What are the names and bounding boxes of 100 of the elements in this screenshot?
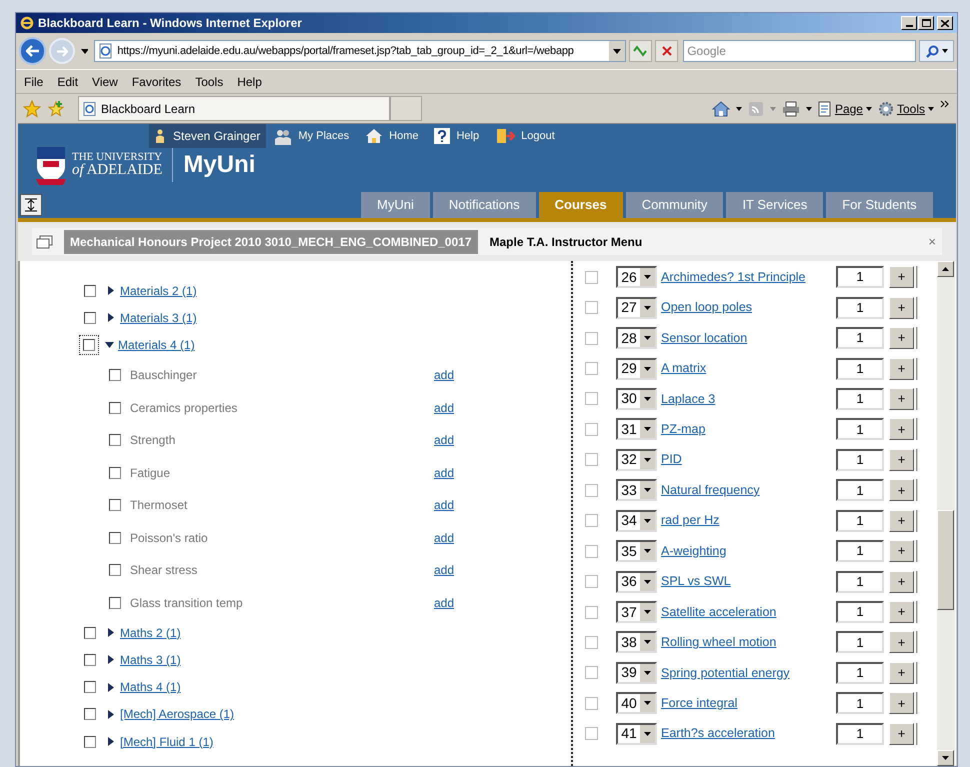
tree-link[interactable]: Materials 4 (1) xyxy=(118,336,195,354)
weight-field[interactable]: 1 xyxy=(836,631,884,654)
checkbox[interactable] xyxy=(109,402,121,414)
expand-arrow-icon[interactable] xyxy=(106,628,116,638)
number-dropdown[interactable]: 26 xyxy=(616,266,657,288)
dropdown-caret-icon[interactable] xyxy=(608,41,625,61)
weight-field[interactable]: 1 xyxy=(836,510,884,532)
weight-field[interactable]: 1 xyxy=(836,296,884,319)
checkbox[interactable] xyxy=(585,575,598,588)
checkbox[interactable] xyxy=(585,696,598,710)
number-dropdown[interactable]: 28 xyxy=(616,327,657,350)
number-dropdown[interactable]: 30 xyxy=(616,388,657,410)
checkbox[interactable] xyxy=(585,484,598,497)
weight-field[interactable]: 1 xyxy=(836,540,884,562)
add-link[interactable]: add xyxy=(434,366,454,384)
question-link[interactable]: Rolling wheel motion xyxy=(661,633,836,652)
weight-field[interactable]: 1 xyxy=(836,266,884,288)
plus-button[interactable]: + xyxy=(889,570,914,593)
maximize-button[interactable] xyxy=(918,16,934,30)
number-dropdown[interactable]: 41 xyxy=(616,722,657,745)
number-dropdown[interactable]: 29 xyxy=(616,358,657,380)
browser-tab[interactable]: Blackboard Learn xyxy=(78,96,390,121)
checkbox[interactable] xyxy=(109,532,121,544)
add-link[interactable]: add xyxy=(434,398,454,417)
weight-field[interactable]: 1 xyxy=(836,662,884,684)
question-link[interactable]: Force integral xyxy=(661,694,836,713)
expand-arrow-icon[interactable] xyxy=(106,682,116,692)
question-link[interactable]: Open loop poles xyxy=(661,298,836,318)
checkbox[interactable] xyxy=(585,270,598,284)
question-link[interactable]: Satellite acceleration xyxy=(661,602,836,622)
question-link[interactable]: A matrix xyxy=(661,359,836,378)
plus-button[interactable]: + xyxy=(889,479,914,502)
menu-item[interactable]: View xyxy=(92,72,118,90)
checkbox[interactable] xyxy=(109,499,121,512)
checkbox[interactable] xyxy=(585,544,598,558)
question-link[interactable]: Archimedes? 1st Principle xyxy=(661,268,836,287)
dropdown-caret-icon[interactable] xyxy=(80,48,88,54)
weight-field[interactable]: 1 xyxy=(836,388,884,410)
search-field[interactable]: Google xyxy=(683,40,916,62)
printer-icon[interactable] xyxy=(782,100,800,116)
question-link[interactable]: Spring potential energy xyxy=(661,664,836,682)
number-dropdown[interactable]: 39 xyxy=(616,662,657,684)
window-icon[interactable] xyxy=(36,234,54,248)
plus-button[interactable]: + xyxy=(889,327,914,350)
plus-button[interactable]: + xyxy=(889,692,914,714)
plus-button[interactable]: + xyxy=(889,722,914,745)
close-button[interactable]: × xyxy=(928,235,936,248)
weight-field[interactable]: 1 xyxy=(836,570,884,593)
number-dropdown[interactable]: 32 xyxy=(616,448,657,471)
checkbox[interactable] xyxy=(83,339,95,352)
plus-button[interactable]: + xyxy=(889,601,914,624)
checkbox[interactable] xyxy=(585,301,598,314)
number-dropdown[interactable]: 35 xyxy=(616,540,657,562)
menu-item[interactable]: File xyxy=(24,72,44,90)
checkbox[interactable] xyxy=(585,727,598,740)
number-dropdown[interactable]: 36 xyxy=(616,570,657,593)
tree-link[interactable]: Materials 3 (1) xyxy=(120,308,197,327)
question-link[interactable]: Laplace 3 xyxy=(661,390,836,408)
question-link[interactable]: rad per Hz xyxy=(661,511,836,530)
number-dropdown[interactable]: 33 xyxy=(616,479,657,502)
checkbox[interactable] xyxy=(84,284,96,297)
tree-link[interactable]: Maths 4 (1) xyxy=(120,678,181,696)
expand-arrow-icon[interactable] xyxy=(106,737,116,746)
vertical-scrollbar[interactable] xyxy=(937,261,955,766)
header-link[interactable]: My Places xyxy=(266,124,358,148)
checkbox[interactable] xyxy=(84,736,96,748)
menu-item[interactable]: Help xyxy=(237,72,262,90)
weight-field[interactable]: 1 xyxy=(836,692,884,714)
resize-toggle-button[interactable] xyxy=(20,194,42,216)
tree-link[interactable]: Maths 3 (1) xyxy=(120,650,181,669)
header-link[interactable]: Help xyxy=(426,124,488,148)
collapse-arrow-icon[interactable] xyxy=(104,342,114,348)
checkbox[interactable] xyxy=(109,434,121,446)
checkbox[interactable] xyxy=(109,596,121,609)
checkbox[interactable] xyxy=(84,708,96,720)
back-button[interactable] xyxy=(19,37,46,65)
tree-link[interactable]: [Mech] Aerospace (1) xyxy=(120,705,234,724)
checkbox[interactable] xyxy=(585,392,598,406)
question-link[interactable]: PID xyxy=(661,450,836,470)
plus-button[interactable]: + xyxy=(889,296,914,319)
plus-button[interactable]: + xyxy=(889,631,914,654)
plus-button[interactable]: + xyxy=(889,448,914,471)
home-icon[interactable] xyxy=(712,100,730,116)
scrollbar-thumb[interactable] xyxy=(937,510,954,610)
checkbox[interactable] xyxy=(585,666,598,680)
toolbar-button[interactable]: Page xyxy=(818,100,872,118)
minimize-button[interactable] xyxy=(901,16,917,30)
tree-link[interactable]: Maths 2 (1) xyxy=(120,624,181,642)
number-dropdown[interactable]: 40 xyxy=(616,692,657,714)
number-dropdown[interactable]: 27 xyxy=(616,296,657,319)
add-link[interactable]: add xyxy=(434,561,454,580)
checkbox[interactable] xyxy=(585,453,598,466)
weight-field[interactable]: 1 xyxy=(836,327,884,350)
checkbox[interactable] xyxy=(585,514,598,528)
plus-button[interactable]: + xyxy=(889,358,914,380)
number-dropdown[interactable]: 38 xyxy=(616,631,657,654)
checkbox[interactable] xyxy=(585,636,598,649)
stop-button[interactable] xyxy=(654,40,678,62)
add-link[interactable]: add xyxy=(434,528,454,547)
checkbox[interactable] xyxy=(84,654,96,666)
